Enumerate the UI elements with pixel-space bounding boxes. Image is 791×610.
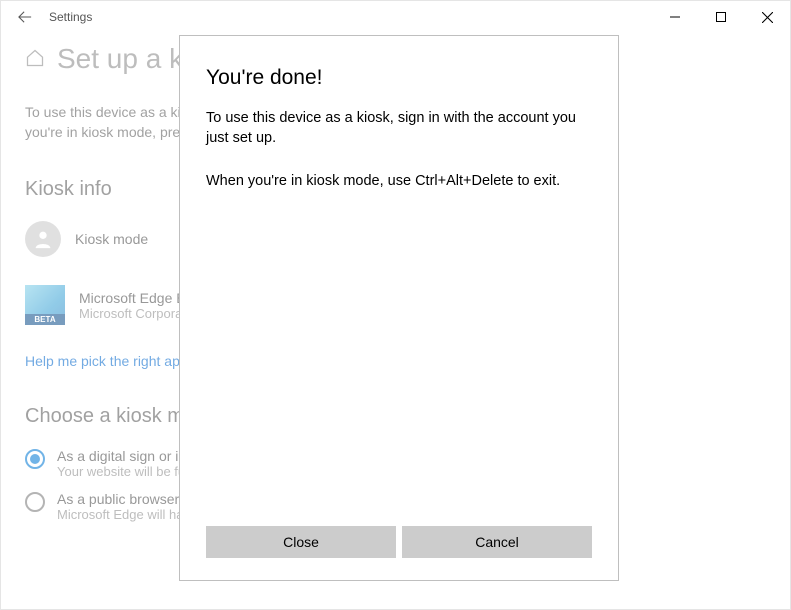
maximize-icon bbox=[716, 12, 726, 22]
minimize-icon bbox=[670, 12, 680, 22]
help-link[interactable]: Help me pick the right app bbox=[25, 353, 188, 369]
edge-icon: BETA bbox=[25, 285, 65, 325]
kiosk-mode-label: Kiosk mode bbox=[75, 231, 148, 247]
edge-beta-badge: BETA bbox=[25, 314, 65, 325]
radio-icon bbox=[25, 449, 45, 469]
dialog-p1: To use this device as a kiosk, sign in w… bbox=[206, 108, 592, 149]
window-title: Settings bbox=[49, 10, 92, 24]
dialog-title: You're done! bbox=[206, 66, 592, 90]
titlebar: Settings bbox=[1, 1, 790, 33]
close-icon bbox=[762, 12, 773, 23]
avatar bbox=[25, 221, 61, 257]
maximize-button[interactable] bbox=[698, 1, 744, 33]
minimize-button[interactable] bbox=[652, 1, 698, 33]
dialog-p2: When you're in kiosk mode, use Ctrl+Alt+… bbox=[206, 171, 592, 191]
person-icon bbox=[32, 228, 54, 250]
done-dialog: You're done! To use this device as a kio… bbox=[179, 35, 619, 581]
cancel-button[interactable]: Cancel bbox=[402, 526, 592, 558]
close-window-button[interactable] bbox=[744, 1, 790, 33]
radio-icon bbox=[25, 492, 45, 512]
dialog-body: To use this device as a kiosk, sign in w… bbox=[206, 108, 592, 213]
arrow-left-icon bbox=[18, 10, 32, 24]
close-button[interactable]: Close bbox=[206, 526, 396, 558]
back-button[interactable] bbox=[9, 1, 41, 33]
home-icon bbox=[25, 48, 45, 71]
